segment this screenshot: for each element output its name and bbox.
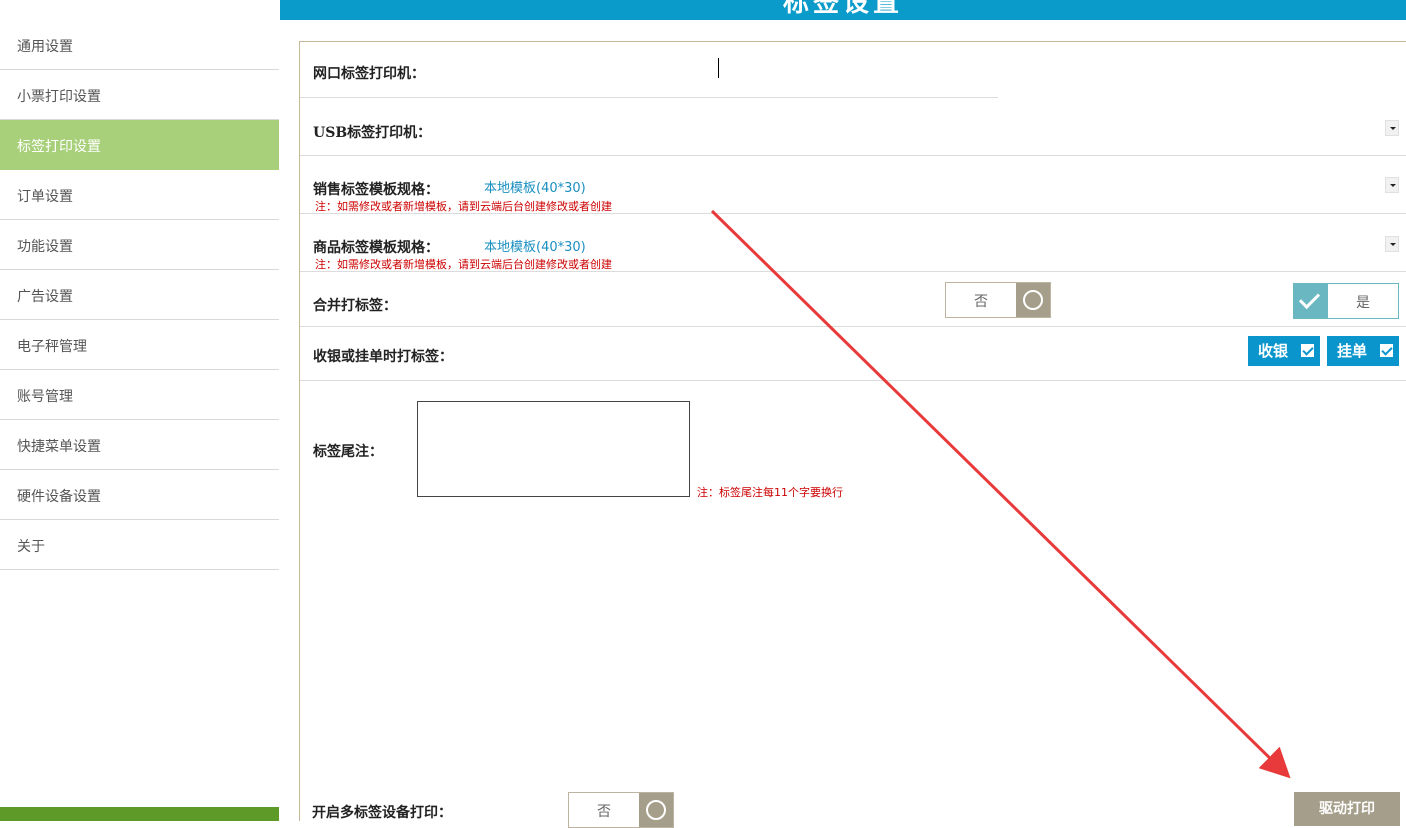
- merge-labels-row: 合并打标签： 否 是: [300, 272, 1406, 327]
- network-printer-row: 网口标签打印机：: [300, 42, 998, 98]
- sidebar-item-hardware[interactable]: 硬件设备设置: [0, 470, 279, 520]
- multi-device-no-text: 否: [597, 804, 611, 820]
- toggle-off-circle-icon: [1016, 283, 1050, 317]
- merge-labels-no-toggle[interactable]: 否: [945, 282, 1051, 318]
- sidebar-item-label-print[interactable]: 标签打印设置: [0, 120, 279, 170]
- usb-printer-label: USB标签打印机：: [313, 125, 432, 141]
- sidebar-item-order[interactable]: 订单设置: [0, 170, 279, 220]
- text-cursor: [718, 58, 719, 78]
- sidebar-item-general[interactable]: 通用设置: [0, 20, 279, 70]
- goods-template-note: 注：如需修改或者新增模板，请到云端后台创建修改或者创建: [315, 258, 612, 271]
- network-printer-input[interactable]: [480, 52, 980, 88]
- checkbox-checked-icon: [1301, 344, 1314, 357]
- merge-labels-yes-toggle[interactable]: 是: [1293, 283, 1399, 319]
- label-settings-panel: 网口标签打印机： USB标签打印机： 销售标签模板规格： 本地模板(40*30)…: [299, 41, 1406, 828]
- sidebar-item-account[interactable]: 账号管理: [0, 370, 279, 420]
- page-title: 标签设置: [782, 0, 903, 18]
- network-printer-label: 网口标签打印机：: [313, 66, 425, 82]
- usb-printer-row: USB标签打印机：: [300, 98, 1406, 156]
- label-footer-note: 注：标签尾注每11个字要换行: [697, 486, 843, 499]
- sales-template-dropdown-icon[interactable]: [1385, 177, 1399, 193]
- checkbox-checked-icon: [1380, 344, 1393, 357]
- label-footer-label: 标签尾注：: [313, 444, 383, 460]
- check-icon: [1294, 284, 1328, 318]
- sidebar-item-scale[interactable]: 电子秤管理: [0, 320, 279, 370]
- checkout-option-checkbox[interactable]: 收银: [1248, 336, 1320, 366]
- sales-template-label: 销售标签模板规格：: [313, 182, 439, 198]
- hold-option-text: 挂单: [1337, 342, 1368, 360]
- sidebar-bottom-bar: [0, 807, 279, 821]
- sales-template-note: 注：如需修改或者新增模板，请到云端后台创建修改或者创建: [315, 200, 612, 213]
- checkout-print-label: 收银或挂单时打标签：: [313, 349, 453, 365]
- merge-yes-text: 是: [1356, 295, 1370, 311]
- sidebar-item-function[interactable]: 功能设置: [0, 220, 279, 270]
- sidebar: 通用设置 小票打印设置 标签打印设置 订单设置 功能设置 广告设置 电子秤管理 …: [0, 20, 279, 821]
- goods-template-label: 商品标签模板规格：: [313, 240, 439, 256]
- sidebar-item-shortcut-menu[interactable]: 快捷菜单设置: [0, 420, 279, 470]
- merge-no-text: 否: [974, 294, 988, 310]
- sidebar-item-receipt-print[interactable]: 小票打印设置: [0, 70, 279, 120]
- multi-device-label: 开启多标签设备打印：: [312, 805, 452, 821]
- goods-template-select[interactable]: 本地模板(40*30): [484, 236, 586, 255]
- sales-template-row: 销售标签模板规格： 本地模板(40*30) 注：如需修改或者新增模板，请到云端后…: [300, 156, 1406, 214]
- goods-template-row: 商品标签模板规格： 本地模板(40*30) 注：如需修改或者新增模板，请到云端后…: [300, 214, 1406, 272]
- sidebar-item-ads[interactable]: 广告设置: [0, 270, 279, 320]
- multi-device-no-toggle[interactable]: 否: [568, 792, 674, 828]
- hold-option-checkbox[interactable]: 挂单: [1327, 336, 1399, 366]
- merge-labels-label: 合并打标签：: [313, 298, 397, 314]
- sidebar-item-about[interactable]: 关于: [0, 520, 279, 570]
- checkout-option-text: 收银: [1258, 342, 1289, 360]
- checkout-print-row: 收银或挂单时打标签： 收银 挂单: [300, 327, 1406, 381]
- top-header-bar: 标签设置: [280, 0, 1406, 20]
- goods-template-dropdown-icon[interactable]: [1385, 236, 1399, 252]
- toggle-off-circle-icon: [639, 793, 673, 827]
- usb-printer-dropdown-icon[interactable]: [1385, 120, 1399, 136]
- sales-template-select[interactable]: 本地模板(40*30): [484, 177, 586, 196]
- label-footer-textarea[interactable]: [417, 401, 690, 497]
